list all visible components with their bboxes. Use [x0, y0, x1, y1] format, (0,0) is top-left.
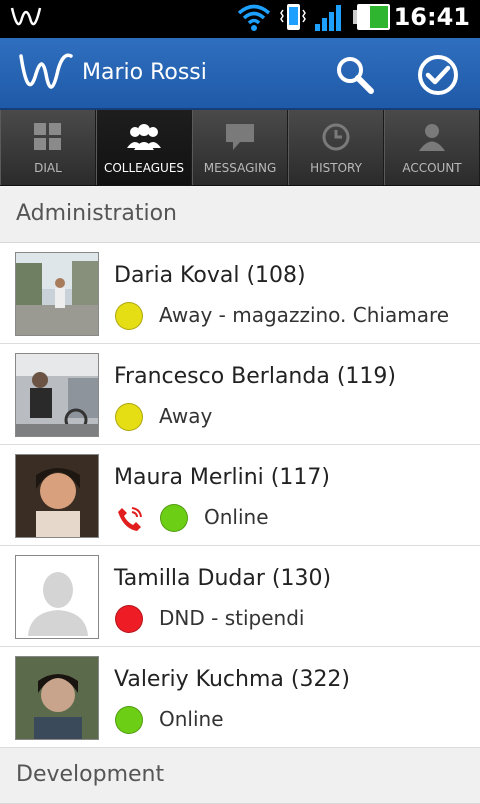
tab-label: ACCOUNT — [402, 161, 462, 175]
person-icon — [417, 122, 447, 156]
avatar — [15, 252, 99, 336]
active-call-icon — [116, 505, 144, 537]
clock-time: 16:41 — [393, 3, 470, 31]
status-bar: 16:41 — [0, 0, 480, 38]
tab-messaging[interactable]: MESSAGING — [192, 110, 288, 185]
section-title: Development — [16, 762, 165, 787]
status-text: Online — [204, 505, 269, 529]
app-notification-icon — [10, 4, 42, 38]
contact-name: Tamilla Dudar (130) — [114, 566, 332, 591]
section-title: Administration — [16, 201, 177, 226]
tab-label: MESSAGING — [203, 161, 277, 175]
search-icon[interactable] — [334, 54, 376, 100]
avatar — [15, 454, 99, 538]
tab-label: HISTORY — [310, 161, 362, 175]
status-indicator-dnd — [115, 605, 143, 633]
contact-name: Francesco Berlanda (119) — [114, 364, 396, 389]
tab-label: COLLEAGUES — [103, 161, 185, 175]
app-logo-icon[interactable] — [18, 50, 74, 102]
contact-row[interactable]: Tamilla Dudar (130) DND - stipendi — [0, 546, 480, 647]
avatar — [15, 656, 99, 740]
section-header-administration: Administration — [0, 187, 480, 243]
status-text: DND - stipendi — [159, 606, 305, 630]
tab-dial[interactable]: DIAL — [0, 110, 96, 185]
tab-bar: DIAL COLLEAGUES MESSAGING HISTORY ACCOUN… — [0, 110, 480, 186]
grid-icon — [33, 122, 63, 156]
user-name: Mario Rossi — [82, 60, 207, 85]
app-bar: Mario Rossi — [0, 38, 480, 110]
contact-row[interactable]: Francesco Berlanda (119) Away — [0, 344, 480, 445]
tab-label: DIAL — [34, 161, 62, 175]
tab-history[interactable]: HISTORY — [288, 110, 384, 185]
status-text: Away — [159, 404, 213, 428]
status-indicator-away — [115, 403, 143, 431]
status-check-icon[interactable] — [416, 53, 460, 101]
contact-row[interactable]: Valeriy Kuchma (322) Online — [0, 647, 480, 748]
section-header-development: Development — [0, 748, 480, 804]
status-text: Away - magazzino. Chiamare — [159, 303, 450, 327]
avatar-placeholder — [15, 555, 99, 639]
contact-name: Valeriy Kuchma (322) — [114, 667, 351, 692]
clock-icon — [321, 122, 351, 156]
contact-name: Daria Koval (108) — [114, 263, 306, 288]
status-indicator-away — [115, 302, 143, 330]
status-indicator-online — [115, 706, 143, 734]
tab-colleagues[interactable]: COLLEAGUES — [96, 110, 192, 185]
wifi-icon — [236, 2, 272, 36]
chat-icon — [224, 122, 256, 156]
avatar — [15, 353, 99, 437]
signal-icon — [314, 2, 346, 36]
status-indicator-online — [160, 504, 188, 532]
status-text: Online — [159, 707, 224, 731]
contact-row[interactable]: Maura Merlini (117) Online — [0, 445, 480, 546]
contact-row[interactable]: Daria Koval (108) Away - magazzino. Chia… — [0, 243, 480, 344]
contact-name: Maura Merlini (117) — [114, 465, 330, 490]
vibrate-icon — [278, 2, 308, 36]
people-icon — [126, 122, 162, 156]
tab-account[interactable]: ACCOUNT — [384, 110, 480, 185]
battery-icon — [352, 2, 392, 36]
